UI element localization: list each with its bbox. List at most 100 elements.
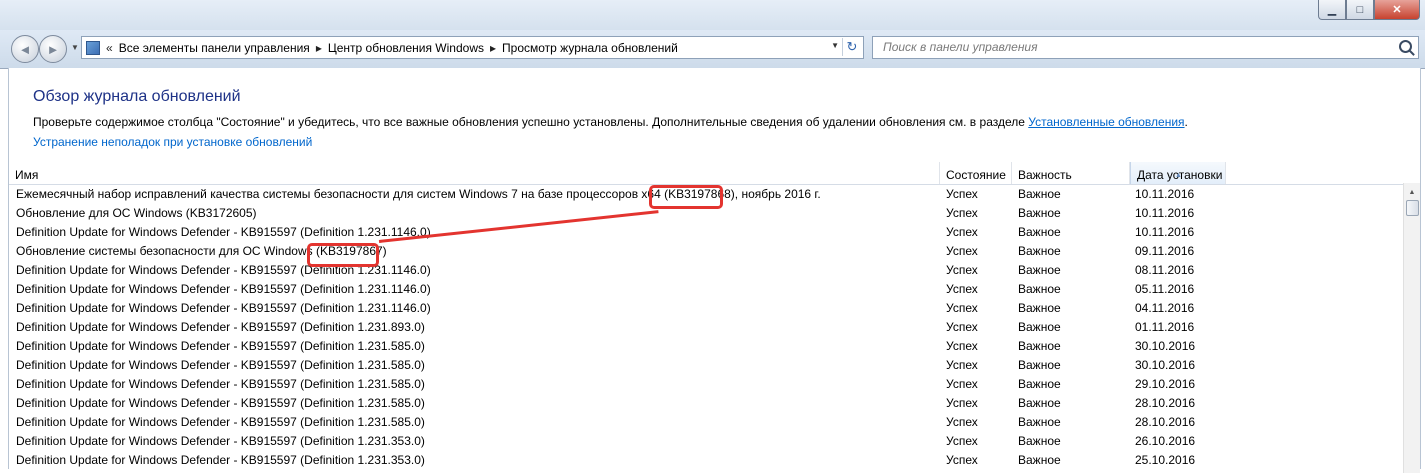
- breadcrumb-overflow-icon[interactable]: «: [106, 41, 113, 55]
- update-date: 01.11.2016: [1135, 320, 1195, 334]
- window-controls: ▁ □ ✕: [1318, 0, 1420, 20]
- update-importance: Важное: [1018, 396, 1061, 410]
- search-input[interactable]: Поиск в панели управления: [872, 36, 1419, 59]
- breadcrumb-all-control-panel[interactable]: Все элементы панели управления: [119, 41, 310, 55]
- troubleshoot-link[interactable]: Устранение неполадок при установке обнов…: [33, 135, 312, 149]
- update-date: 30.10.2016: [1135, 339, 1196, 353]
- column-header-importance[interactable]: Важность: [1012, 162, 1130, 184]
- update-name: Обновление для ОС Windows (KB3172605): [16, 206, 257, 220]
- table-row[interactable]: Definition Update for Windows Defender -…: [9, 394, 1406, 413]
- column-header-state[interactable]: Состояние: [940, 162, 1012, 184]
- address-bar[interactable]: « Все элементы панели управления ▸ Центр…: [81, 36, 864, 59]
- update-date: 30.10.2016: [1135, 358, 1196, 372]
- table-row[interactable]: Definition Update for Windows Defender -…: [9, 280, 1406, 299]
- main-content: Обзор журнала обновлений Проверьте содер…: [8, 68, 1421, 473]
- update-name: Definition Update for Windows Defender -…: [16, 453, 425, 467]
- highlight-box-kb3197867: [307, 243, 379, 267]
- update-name: Definition Update for Windows Defender -…: [16, 301, 431, 315]
- installed-updates-link[interactable]: Установленные обновления: [1028, 115, 1184, 129]
- update-state: Успех: [946, 434, 978, 448]
- column-header-name[interactable]: Имя: [9, 162, 940, 184]
- update-name: Definition Update for Windows Defender -…: [16, 282, 431, 296]
- breadcrumb-update-history[interactable]: Просмотр журнала обновлений: [502, 41, 678, 55]
- update-date: 26.10.2016: [1135, 434, 1196, 448]
- vertical-scrollbar[interactable]: ▲: [1403, 183, 1420, 473]
- table-row[interactable]: Definition Update for Windows Defender -…: [9, 432, 1406, 451]
- search-placeholder: Поиск в панели управления: [883, 40, 1038, 54]
- address-dropdown-icon[interactable]: ▼: [831, 41, 839, 50]
- navigation-bar: ◄ ► ▼ « Все элементы панели управления ▸…: [0, 30, 1425, 69]
- update-state: Успех: [946, 206, 978, 220]
- update-importance: Важное: [1018, 263, 1061, 277]
- table-row[interactable]: Definition Update for Windows Defender -…: [9, 451, 1406, 470]
- chevron-right-icon[interactable]: ▸: [490, 41, 496, 55]
- table-row[interactable]: Definition Update for Windows Defender -…: [9, 337, 1406, 356]
- refresh-icon[interactable]: ↻: [842, 38, 861, 56]
- update-state: Успех: [946, 453, 978, 467]
- chevron-right-icon[interactable]: ▸: [316, 41, 322, 55]
- maximize-button[interactable]: □: [1346, 0, 1374, 20]
- column-header-date[interactable]: ▲ Дата установки: [1130, 162, 1226, 184]
- update-date: 28.10.2016: [1135, 396, 1196, 410]
- update-state: Успех: [946, 301, 978, 315]
- scroll-thumb[interactable]: [1406, 200, 1419, 216]
- table-row[interactable]: Definition Update for Windows Defender -…: [9, 261, 1406, 280]
- update-name: Definition Update for Windows Defender -…: [16, 377, 425, 391]
- update-importance: Важное: [1018, 206, 1061, 220]
- table-header: Имя Состояние Важность ▲ Дата установки: [9, 162, 1420, 185]
- update-importance: Важное: [1018, 320, 1061, 334]
- table-row[interactable]: Definition Update for Windows Defender -…: [9, 375, 1406, 394]
- update-state: Успех: [946, 396, 978, 410]
- update-importance: Важное: [1018, 358, 1061, 372]
- scroll-up-icon[interactable]: ▲: [1406, 185, 1418, 199]
- update-date: 29.10.2016: [1135, 377, 1196, 391]
- search-icon[interactable]: [1399, 40, 1412, 53]
- update-state: Успех: [946, 225, 978, 239]
- update-date: 28.10.2016: [1135, 415, 1196, 429]
- update-importance: Важное: [1018, 244, 1061, 258]
- update-name: Definition Update for Windows Defender -…: [16, 358, 425, 372]
- update-name: Definition Update for Windows Defender -…: [16, 396, 425, 410]
- update-date: 08.11.2016: [1135, 263, 1195, 277]
- table-row[interactable]: Definition Update for Windows Defender -…: [9, 299, 1406, 318]
- update-state: Успех: [946, 187, 978, 201]
- update-importance: Важное: [1018, 453, 1061, 467]
- minimize-button[interactable]: ▁: [1318, 0, 1346, 20]
- page-title: Обзор журнала обновлений: [33, 88, 241, 105]
- update-importance: Важное: [1018, 434, 1061, 448]
- update-importance: Важное: [1018, 187, 1061, 201]
- update-state: Успех: [946, 244, 978, 258]
- close-button[interactable]: ✕: [1374, 0, 1420, 20]
- update-state: Успех: [946, 339, 978, 353]
- table-row[interactable]: Definition Update for Windows Defender -…: [9, 413, 1406, 432]
- update-importance: Важное: [1018, 282, 1061, 296]
- update-state: Успех: [946, 377, 978, 391]
- update-state: Успех: [946, 358, 978, 372]
- breadcrumb-windows-update[interactable]: Центр обновления Windows: [328, 41, 484, 55]
- description-end: .: [1184, 115, 1188, 129]
- update-date: 25.10.2016: [1135, 453, 1196, 467]
- update-importance: Важное: [1018, 339, 1061, 353]
- back-button[interactable]: ◄: [11, 35, 39, 63]
- page-description: Проверьте содержимое столбца "Состояние"…: [33, 115, 1188, 129]
- update-importance: Важное: [1018, 377, 1061, 391]
- update-importance: Важное: [1018, 415, 1061, 429]
- update-state: Успех: [946, 282, 978, 296]
- update-state: Успех: [946, 320, 978, 334]
- update-state: Успех: [946, 263, 978, 277]
- update-name: Definition Update for Windows Defender -…: [16, 339, 425, 353]
- update-importance: Важное: [1018, 301, 1061, 315]
- update-date: 10.11.2016: [1135, 225, 1195, 239]
- forward-button[interactable]: ►: [39, 35, 67, 63]
- update-name: Definition Update for Windows Defender -…: [16, 415, 425, 429]
- table-row[interactable]: Обновление системы безопасности для ОС W…: [9, 242, 1406, 261]
- update-name: Definition Update for Windows Defender -…: [16, 225, 431, 239]
- table-row[interactable]: Definition Update for Windows Defender -…: [9, 318, 1406, 337]
- update-name: Definition Update for Windows Defender -…: [16, 320, 425, 334]
- highlight-box-kb3197868: [649, 185, 723, 209]
- table-row[interactable]: Definition Update for Windows Defender -…: [9, 223, 1406, 242]
- recent-pages-dropdown-icon[interactable]: ▼: [71, 43, 79, 52]
- update-date: 10.11.2016: [1135, 206, 1195, 220]
- table-row[interactable]: Definition Update for Windows Defender -…: [9, 356, 1406, 375]
- update-name: Definition Update for Windows Defender -…: [16, 434, 425, 448]
